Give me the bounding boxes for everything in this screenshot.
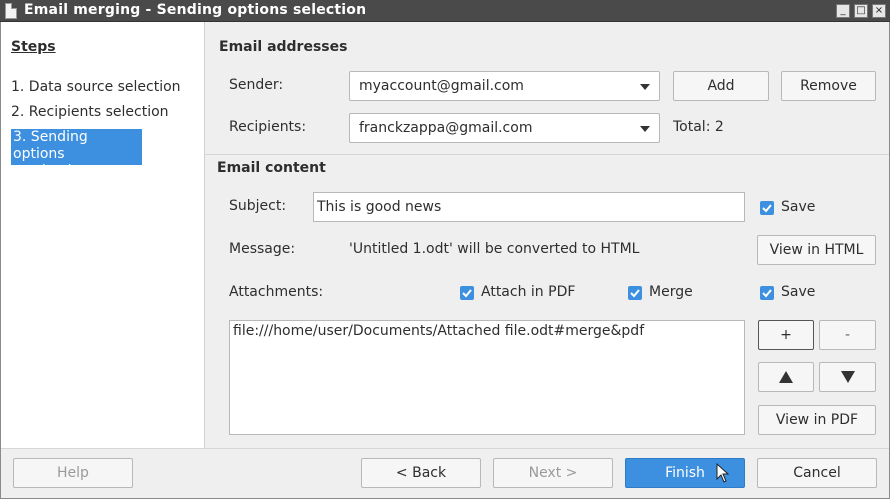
- maximize-icon[interactable]: □: [854, 4, 868, 18]
- move-down-button[interactable]: [819, 362, 876, 392]
- email-content-title: Email content: [217, 160, 326, 176]
- subject-label: Subject:: [229, 198, 287, 214]
- view-in-html-button[interactable]: View in HTML: [757, 235, 876, 265]
- window-title: Email merging - Sending options selectio…: [24, 2, 367, 18]
- check-icon: [630, 289, 640, 298]
- attachments-list[interactable]: file:///home/user/Documents/Attached fil…: [229, 320, 745, 435]
- chevron-down-icon: [640, 126, 650, 132]
- next-button[interactable]: Next >: [493, 458, 613, 488]
- subject-save-label: Save: [781, 199, 816, 215]
- recipients-combo[interactable]: franckzappa@gmail.com: [349, 113, 660, 143]
- step-recipients[interactable]: 2. Recipients selection: [11, 104, 169, 120]
- attachments-label: Attachments:: [229, 284, 324, 300]
- check-icon: [462, 289, 472, 298]
- step-sending-options-label: 3. Sending options: [13, 129, 88, 162]
- document-icon: [5, 3, 17, 19]
- help-button[interactable]: Help: [13, 458, 133, 488]
- steps-sidebar: Steps 1. Data source selection 2. Recipi…: [1, 22, 205, 448]
- recipients-label: Recipients:: [229, 119, 307, 135]
- sender-value: myaccount@gmail.com: [359, 78, 524, 94]
- remove-button[interactable]: Remove: [781, 71, 876, 101]
- attach-pdf-label: Attach in PDF: [481, 284, 576, 300]
- move-up-button[interactable]: [758, 362, 814, 392]
- email-addresses-title: Email addresses: [219, 39, 348, 55]
- attach-save-label: Save: [781, 284, 816, 300]
- cancel-button[interactable]: Cancel: [757, 458, 877, 488]
- attach-pdf-checkbox[interactable]: [460, 286, 474, 300]
- view-in-pdf-button[interactable]: View in PDF: [758, 405, 876, 435]
- list-item[interactable]: file:///home/user/Documents/Attached fil…: [233, 323, 741, 339]
- add-button[interactable]: Add: [673, 71, 769, 101]
- footer-divider: [1, 448, 889, 449]
- attach-save-checkbox[interactable]: [760, 286, 774, 300]
- recipients-value: franckzappa@gmail.com: [359, 120, 533, 136]
- section-divider: [205, 154, 889, 155]
- close-icon[interactable]: ×: [872, 4, 886, 18]
- merge-label: Merge: [649, 284, 693, 300]
- message-label: Message:: [229, 241, 296, 257]
- steps-title: Steps: [11, 39, 56, 55]
- mouse-pointer-icon: [716, 463, 730, 483]
- check-icon: [762, 289, 772, 298]
- step-data-source[interactable]: 1. Data source selection: [11, 79, 181, 95]
- title-bar: Email merging - Sending options selectio…: [0, 0, 890, 22]
- back-button[interactable]: < Back: [361, 458, 481, 488]
- sender-label: Sender:: [229, 77, 284, 93]
- minimize-icon[interactable]: _: [836, 4, 850, 18]
- check-icon: [762, 204, 772, 213]
- sender-combo[interactable]: myaccount@gmail.com: [349, 71, 660, 101]
- merge-checkbox[interactable]: [628, 286, 642, 300]
- subject-save-checkbox[interactable]: [760, 201, 774, 215]
- chevron-down-icon: [640, 84, 650, 90]
- step-sending-options[interactable]: 3. Sending options selection: [11, 129, 142, 179]
- arrow-down-icon: [840, 371, 855, 383]
- message-value: 'Untitled 1.odt' will be converted to HT…: [349, 241, 640, 257]
- add-attachment-button[interactable]: +: [758, 320, 814, 350]
- subject-input[interactable]: This is good news: [313, 192, 745, 222]
- remove-attachment-button[interactable]: -: [819, 320, 876, 350]
- step-sending-options-label2: selection: [26, 163, 89, 179]
- recipients-total: Total: 2: [673, 119, 724, 135]
- arrow-up-icon: [779, 371, 793, 383]
